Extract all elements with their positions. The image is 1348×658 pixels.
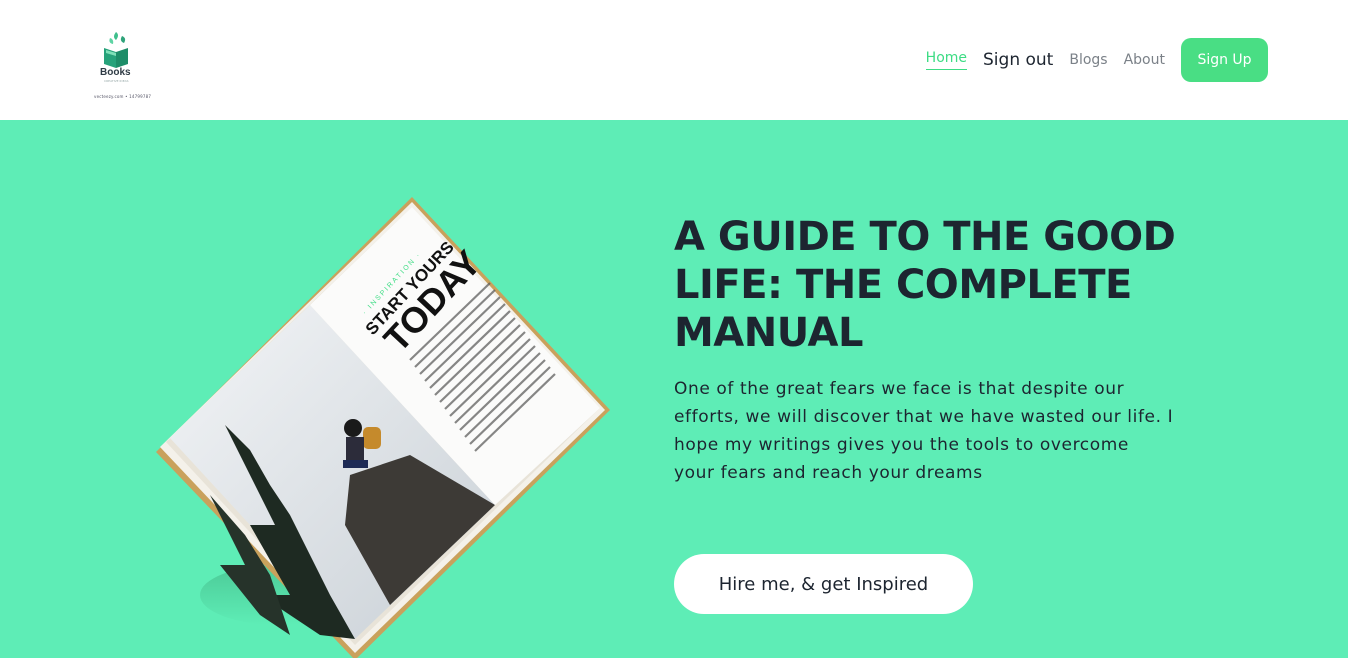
site-header: Books CREATIVE IDEAS vecteezy.com • 1479…	[0, 0, 1348, 120]
hero-section: · INSPIRATION · START YOURS TODAY A GUID…	[0, 120, 1348, 658]
logo-small-text: vecteezy.com • 14799787	[94, 94, 152, 99]
main-nav: Home Sign out Blogs About Sign Up	[925, 38, 1268, 82]
logo-text: Books	[100, 67, 131, 78]
hero-title: A GUIDE TO THE GOOD LIFE: THE COMPLETE M…	[674, 214, 1176, 356]
hire-me-button[interactable]: Hire me, & get Inspired	[674, 554, 973, 614]
nav-about-link[interactable]: About	[1124, 52, 1165, 68]
logo-tagline: CREATIVE IDEAS	[104, 79, 129, 83]
sign-up-button[interactable]: Sign Up	[1181, 38, 1268, 82]
hero-description: One of the great fears we face is that d…	[674, 379, 1174, 483]
books-logo[interactable]	[92, 30, 142, 102]
nav-blogs-link[interactable]: Blogs	[1069, 52, 1107, 68]
book-illustration: · INSPIRATION · START YOURS TODAY	[156, 197, 610, 658]
nav-home-link[interactable]: Home	[925, 50, 968, 70]
nav-sign-out-link[interactable]: Sign out	[983, 50, 1053, 70]
open-book-image: · INSPIRATION · START YOURS TODAY	[150, 195, 620, 658]
